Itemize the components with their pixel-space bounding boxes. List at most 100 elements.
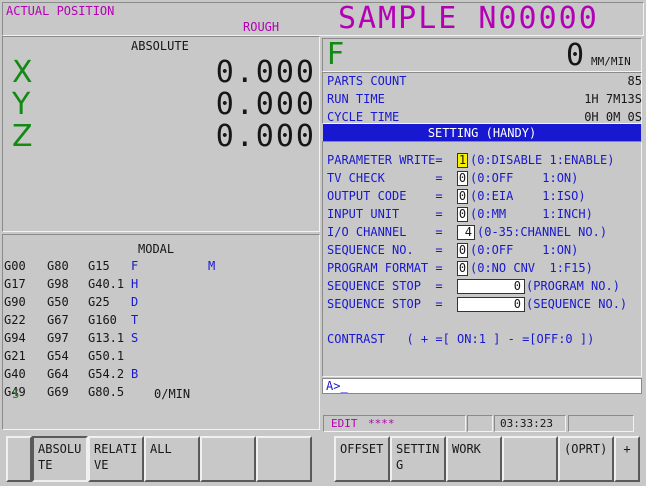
softkey-blank[interactable] [6, 436, 32, 482]
setting-hint: (0-35:CHANNEL NO.) [477, 225, 608, 239]
modal-cell: S [131, 331, 139, 345]
setting-label: PROGRAM FORMAT = [327, 261, 443, 275]
modal-cell: G90 [4, 295, 26, 309]
modal-cell: G50 [47, 295, 69, 309]
counter-value: 85 [627, 74, 642, 88]
counter-label: PARTS COUNT [327, 74, 407, 88]
setting-value-field[interactable]: 1 [457, 153, 468, 168]
modal-cell: G94 [4, 331, 26, 345]
modal-cell: H [131, 277, 139, 291]
setting-hint: (0:DISABLE 1:ENABLE) [470, 153, 615, 167]
modal-cell: G40 [4, 367, 26, 381]
setting-label: SEQUENCE STOP = [327, 297, 443, 311]
softkey-blank[interactable] [502, 436, 558, 482]
counter-label: CYCLE TIME [327, 110, 400, 124]
softkey-work[interactable]: WORK [446, 436, 502, 482]
modal-cell: G22 [4, 313, 26, 327]
setting-hint: (0:MM 1:INCH) [470, 207, 593, 221]
modal-cell: D [131, 295, 139, 309]
setting-label: INPUT UNIT = [327, 207, 443, 221]
setting-hint: (0:NO CNV 1:F15) [470, 261, 593, 275]
modal-cell: G54 [47, 349, 69, 363]
modal-cell: T [131, 313, 139, 327]
feed-value: 0 [566, 38, 585, 73]
counter-label: RUN TIME [327, 92, 385, 106]
modal-cell: B [131, 367, 139, 381]
setting-value-field[interactable]: 0 [457, 171, 468, 186]
program-number: SAMPLE N00000 [338, 1, 599, 36]
softkey-all[interactable]: ALL [144, 436, 200, 482]
setting-value-field[interactable]: 0 [457, 279, 525, 294]
setting-hint: (0:EIA 1:ISO) [470, 189, 586, 203]
status-blank-box [467, 415, 493, 432]
modal-cell: G80.5 [88, 385, 125, 399]
setting-hint: (0:OFF 1:ON) [470, 243, 579, 257]
modal-cell: G13.1 [88, 331, 125, 345]
status-blank-box-2 [568, 415, 634, 432]
softkey-absolute[interactable]: ABSOLUTE [32, 436, 88, 482]
feed-unit: MM/MIN [591, 55, 631, 68]
status-mode: EDIT [331, 417, 358, 430]
modal-cell: G21 [4, 349, 26, 363]
contrast-line: CONTRAST ( + =[ ON:1 ] - =[OFF:0 ]) [327, 332, 595, 346]
setting-label: TV CHECK = [327, 171, 443, 185]
modal-cell: G15 [88, 259, 110, 273]
softkey-blank[interactable] [256, 436, 312, 482]
modal-title: MODAL [138, 242, 175, 256]
axis-y-value: 0.000 [215, 87, 316, 122]
modal-cell: G17 [4, 277, 26, 291]
setting-hint: (SEQUENCE NO.) [526, 297, 628, 311]
softkey-blank[interactable] [200, 436, 256, 482]
setting-label: SEQUENCE NO. = [327, 243, 443, 257]
mode-label: ROUGH [243, 20, 280, 34]
modal-cell: G50.1 [88, 349, 125, 363]
modal-cell: G160 [88, 313, 117, 327]
setting-label: SEQUENCE STOP = [327, 279, 443, 293]
setting-value-field[interactable]: 0 [457, 297, 525, 312]
feed-unit-readout: 0/MIN [154, 387, 191, 401]
feed-label: F [327, 37, 345, 72]
setting-label: PARAMETER WRITE= [327, 153, 443, 167]
setting-label: OUTPUT CODE = [327, 189, 443, 203]
modal-m-label: M [208, 259, 216, 273]
input-prompt: A>_ [326, 379, 348, 393]
modal-cell: G54.2 [88, 367, 125, 381]
axis-z-value: 0.000 [215, 119, 316, 154]
axis-x-value: 0.000 [215, 55, 316, 90]
setting-value-field[interactable]: 0 [457, 261, 468, 276]
softkey-oprt[interactable]: (OPRT) [558, 436, 614, 482]
axis-x-label: X [12, 55, 33, 90]
axis-y-label: Y [12, 87, 31, 122]
modal-s-label: S [12, 387, 20, 401]
actual-position-label: ACTUAL POSITION [6, 4, 115, 18]
modal-cell: G69 [47, 385, 69, 399]
modal-cell: G98 [47, 277, 69, 291]
setting-hint: (PROGRAM NO.) [526, 279, 620, 293]
counter-value: 1H 7M13S [584, 92, 642, 106]
softkey-relative[interactable]: RELATIVE [88, 436, 144, 482]
absolute-title: ABSOLUTE [131, 39, 189, 53]
softkey-[interactable]: + [614, 436, 640, 482]
modal-cell: G80 [47, 259, 69, 273]
modal-cell: G64 [47, 367, 69, 381]
modal-cell: G97 [47, 331, 69, 345]
modal-cell: G40.1 [88, 277, 125, 291]
setting-value-field[interactable]: 4 [457, 225, 475, 240]
setting-title: SETTING (HANDY) [427, 126, 537, 140]
setting-hint: (0:OFF 1:ON) [470, 171, 579, 185]
status-time: 03:33:23 [500, 417, 553, 430]
setting-value-field[interactable]: 0 [457, 189, 468, 204]
setting-value-field[interactable]: 0 [457, 243, 468, 258]
setting-label: I/O CHANNEL = [327, 225, 443, 239]
counter-value: 0H 0M 0S [584, 110, 642, 124]
input-line[interactable] [322, 378, 642, 394]
modal-cell: G00 [4, 259, 26, 273]
modal-cell: F [131, 259, 139, 273]
softkey-offset[interactable]: OFFSET [334, 436, 390, 482]
status-stars: **** [368, 417, 395, 430]
modal-cell: G67 [47, 313, 69, 327]
modal-cell: G25 [88, 295, 110, 309]
setting-value-field[interactable]: 0 [457, 207, 468, 222]
softkey-setting[interactable]: SETTING [390, 436, 446, 482]
axis-z-label: Z [12, 119, 33, 154]
